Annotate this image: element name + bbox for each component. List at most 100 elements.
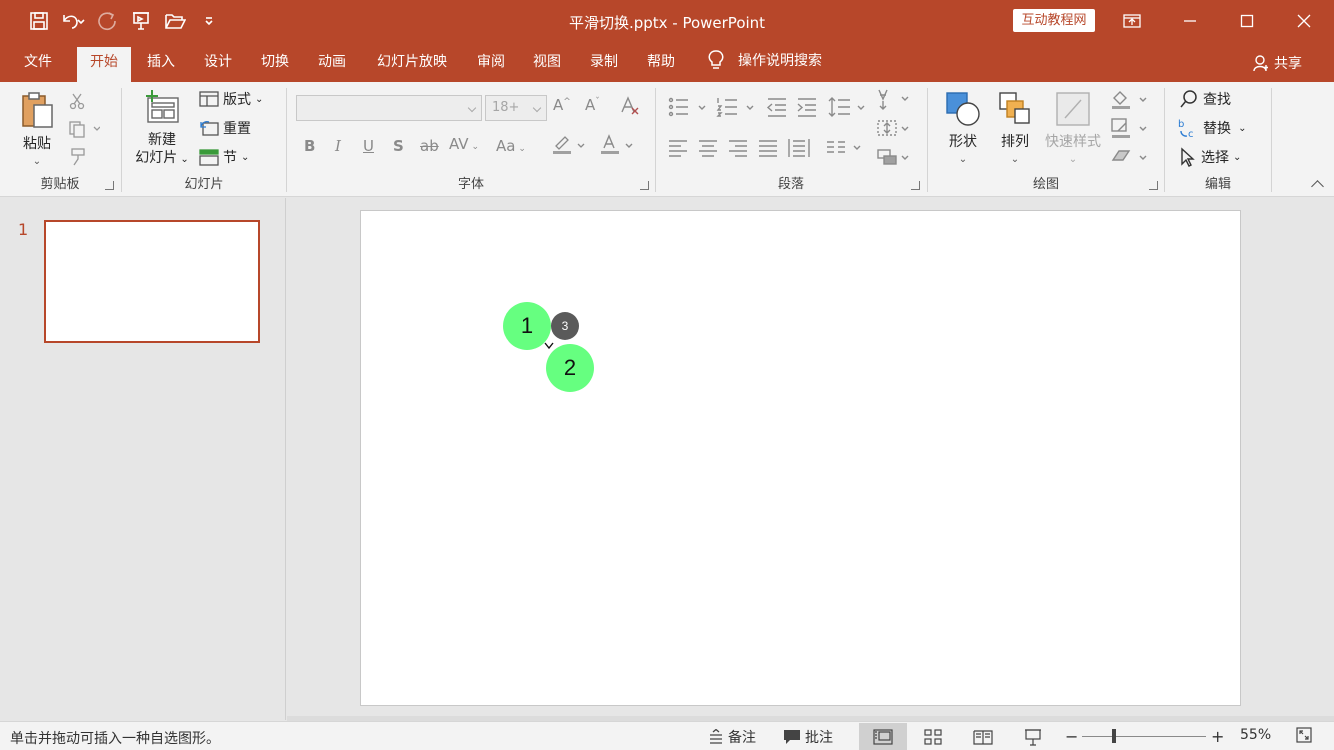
normal-view-button[interactable] (859, 723, 907, 750)
tab-file[interactable]: 文件 (12, 47, 64, 82)
paragraph-launcher[interactable] (911, 181, 920, 190)
tab-view[interactable]: 视图 (522, 47, 572, 82)
maximize-icon (1240, 14, 1254, 28)
slide[interactable] (360, 210, 1241, 706)
drawing-launcher[interactable] (1149, 181, 1158, 190)
italic-button[interactable]: I (335, 137, 341, 155)
find-button[interactable]: 查找 (1179, 88, 1231, 110)
tab-record[interactable]: 录制 (579, 47, 629, 82)
clear-formatting-button[interactable] (619, 96, 641, 120)
shape-outline-icon[interactable] (1110, 117, 1150, 139)
align-text-icon[interactable] (876, 117, 912, 139)
reset-label: 重置 (223, 121, 251, 137)
decrease-font-size-button[interactable]: Aˇ (585, 96, 600, 114)
slide-thumbnail-pane: 1 (0, 198, 286, 720)
quick-styles-button[interactable]: 快速样式 ⌄ (1040, 90, 1106, 169)
font-name-combo[interactable] (296, 95, 482, 121)
tab-home[interactable]: 开始 (77, 47, 131, 82)
tab-insert[interactable]: 插入 (136, 47, 186, 82)
smartart-icon[interactable] (876, 146, 912, 168)
select-button[interactable]: 选择 ⌄ (1179, 146, 1241, 168)
collapse-ribbon-button[interactable] (1311, 180, 1324, 193)
justify-icon[interactable] (758, 138, 778, 158)
section-label: 节 (223, 150, 237, 166)
slide-thumbnail[interactable] (44, 220, 260, 343)
close-button[interactable] (1276, 0, 1332, 42)
replace-button[interactable]: bc 替换 ⌄ (1177, 117, 1247, 139)
highlight-color-button[interactable] (551, 134, 585, 160)
copy-button[interactable] (68, 118, 100, 140)
shapes-button[interactable]: 形状 ⌄ (940, 90, 986, 169)
minimize-button[interactable] (1162, 0, 1218, 42)
zoom-level[interactable]: 55% (1240, 727, 1271, 743)
columns-icon[interactable] (826, 138, 866, 158)
zoom-slider[interactable] (1082, 736, 1206, 737)
arrange-button[interactable]: 排列 ⌄ (992, 90, 1038, 169)
status-hint: 单击并拖动可插入一种自选图形。 (10, 731, 220, 747)
fit-to-window-button[interactable] (1296, 727, 1312, 743)
align-left-icon[interactable] (668, 138, 688, 158)
reading-view-button[interactable] (959, 723, 1007, 750)
text-direction-icon[interactable] (876, 87, 912, 111)
ribbon-tab-bar: 文件 开始 插入 设计 切换 动画 幻灯片放映 审阅 视图 录制 帮助 操作说明… (0, 42, 1334, 82)
tab-transitions[interactable]: 切换 (250, 47, 300, 82)
zoom-in-button[interactable]: + (1211, 727, 1224, 746)
paste-button[interactable]: 粘贴 ⌄ (14, 90, 60, 171)
align-right-icon[interactable] (728, 138, 748, 158)
search-icon (1180, 90, 1197, 108)
layout-button[interactable]: 版式 ⌄ (199, 88, 263, 110)
zoom-out-button[interactable]: − (1065, 727, 1078, 746)
tell-me-search[interactable]: 操作说明搜索 (706, 49, 822, 71)
brand-badge[interactable]: 互动教程网 (1013, 9, 1095, 32)
format-painter-button[interactable] (68, 146, 88, 168)
drawing-group: 形状 ⌄ 排列 ⌄ 快速样式 ⌄ 绘图 (928, 82, 1164, 195)
slide-sorter-button[interactable] (909, 723, 957, 750)
line-spacing-icon[interactable] (828, 96, 868, 118)
distributed-icon[interactable] (788, 137, 810, 159)
comments-button[interactable]: 批注 (783, 727, 833, 747)
tab-slideshow[interactable]: 幻灯片放映 (366, 47, 458, 82)
font-color-icon (601, 134, 633, 154)
shape-effects-icon[interactable] (1110, 146, 1150, 168)
tab-animations[interactable]: 动画 (307, 47, 357, 82)
bold-button[interactable]: B (304, 137, 315, 155)
share-button[interactable]: 共享 (1252, 53, 1302, 73)
change-case-button[interactable]: Aa ⌄ (496, 137, 526, 155)
align-center-icon[interactable] (698, 138, 718, 158)
increase-indent-icon[interactable] (796, 96, 818, 118)
font-color-button[interactable] (599, 134, 633, 160)
text-shadow-button[interactable]: S (393, 137, 404, 155)
new-slide-icon (146, 90, 179, 123)
highlighter-icon (553, 136, 585, 154)
zoom-slider-thumb[interactable] (1112, 729, 1116, 743)
shape-fill-icon[interactable] (1110, 88, 1150, 110)
ribbon-display-options-button[interactable] (1104, 0, 1160, 42)
reset-icon (200, 121, 219, 136)
tab-review[interactable]: 审阅 (466, 47, 516, 82)
maximize-button[interactable] (1219, 0, 1275, 42)
cut-button[interactable] (68, 90, 86, 112)
slides-group-label: 幻灯片 (184, 177, 224, 192)
font-group-label: 字体 (457, 177, 484, 192)
increase-font-size-button[interactable]: A^ (553, 96, 571, 114)
underline-button[interactable]: U (363, 137, 374, 155)
new-slide-button[interactable]: 新建 幻灯片 ⌄ (130, 90, 194, 169)
section-button[interactable]: 节 ⌄ (199, 146, 249, 168)
slideshow-view-button[interactable] (1009, 723, 1057, 750)
decrease-indent-icon[interactable] (766, 96, 788, 118)
svg-text:c: c (1188, 129, 1194, 139)
font-size-combo[interactable]: 18+ (485, 95, 547, 121)
notes-button[interactable]: 备注 (708, 727, 756, 747)
numbering-icon[interactable] (716, 96, 756, 118)
shapes-label: 形状 (949, 134, 977, 150)
replace-icon: bc (1178, 119, 1194, 139)
strikethrough-button[interactable]: ab (420, 137, 439, 155)
clipboard-launcher[interactable] (105, 181, 114, 190)
bullets-icon[interactable] (668, 96, 708, 118)
tab-help[interactable]: 帮助 (636, 47, 686, 82)
font-launcher[interactable] (640, 181, 649, 190)
tab-design[interactable]: 设计 (193, 47, 243, 82)
character-spacing-button[interactable]: AV ⌄ (449, 135, 479, 153)
title-bar: 平滑切换.pptx - PowerPoint 互动教程网 (0, 0, 1334, 42)
reset-button[interactable]: 重置 (199, 117, 251, 139)
